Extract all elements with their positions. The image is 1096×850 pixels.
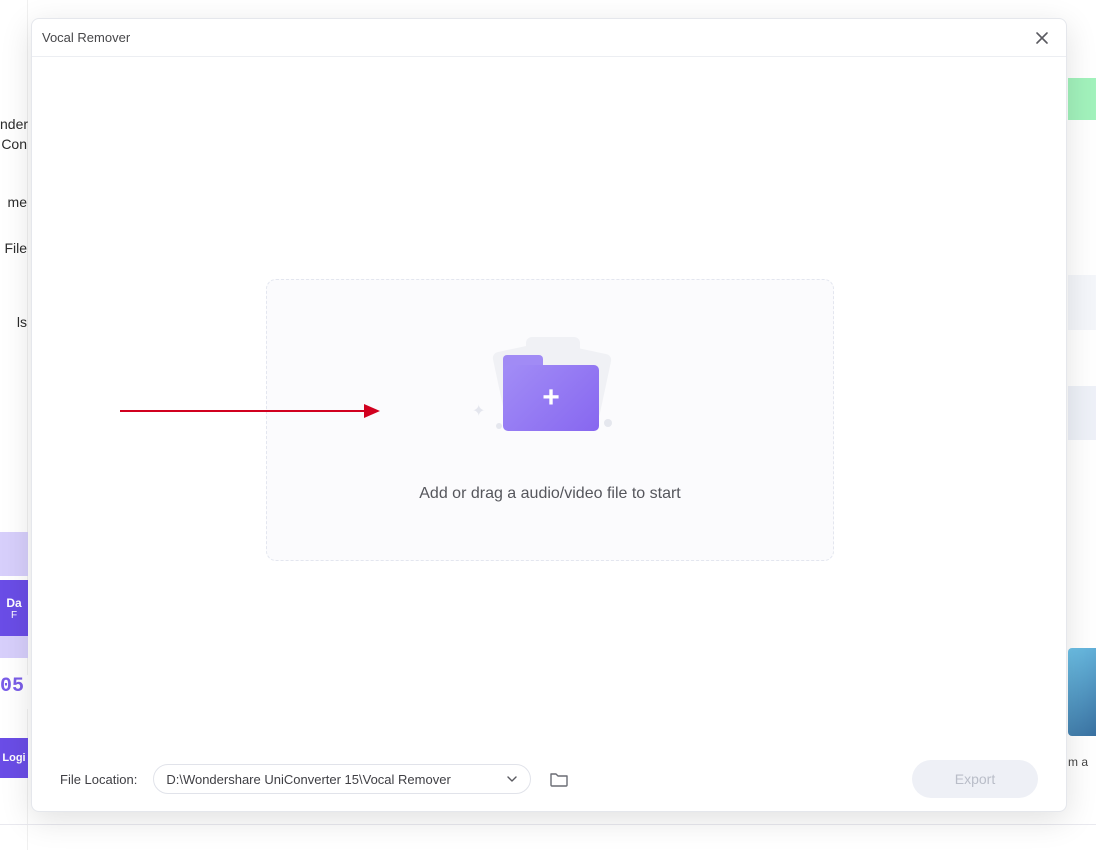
modal-titlebar: Vocal Remover [32,19,1066,57]
folder-icon [549,770,569,788]
add-file-illustration: ✦ + [470,337,630,437]
close-icon [1034,30,1050,46]
open-folder-button[interactable] [547,767,571,791]
app-bottom-divider [0,824,1096,825]
bg-sidebar-item: ls [0,314,27,330]
vocal-remover-modal: Vocal Remover ✦ + Add or drag a audio/vi… [31,18,1067,812]
bg-login-btn: Logi [0,738,28,778]
bg-sidebar: nder Con me File ls [0,0,28,850]
export-button[interactable]: Export [912,760,1038,798]
modal-title: Vocal Remover [42,30,130,45]
drop-zone-text: Add or drag a audio/video file to start [419,485,681,503]
dot-icon [604,419,612,427]
close-button[interactable] [1028,24,1056,52]
file-location-value: D:\Wondershare UniConverter 15\Vocal Rem… [166,772,450,787]
chevron-down-icon [506,773,518,785]
bg-digits: 05 [0,675,28,709]
modal-footer: File Location: D:\Wondershare UniConvert… [32,747,1066,811]
bg-sidebar-item: me [0,194,27,210]
bg-day-badge-sub: F [6,610,21,621]
file-location-label: File Location: [60,772,137,787]
bg-day-badge-top: Da [6,596,21,610]
bg-block [0,636,28,658]
bg-sidebar-item: File [0,240,27,256]
file-drop-zone[interactable]: ✦ + Add or drag a audio/video file to st… [266,279,834,561]
bg-sidebar-item: nder [0,116,27,132]
dot-icon [496,423,502,429]
bg-day-badge: Da F [0,580,28,636]
bg-right-accent [1068,78,1096,120]
bg-block [0,532,28,576]
modal-body: ✦ + Add or drag a audio/video file to st… [32,57,1066,747]
export-button-label: Export [955,771,995,787]
bg-right-row [1068,275,1096,330]
bg-right-thumbnail [1068,648,1096,736]
file-location-select[interactable]: D:\Wondershare UniConverter 15\Vocal Rem… [153,764,531,794]
bg-login-text: Logi [2,752,25,764]
bg-right-row [1068,386,1096,440]
bg-right-text: m a [1068,755,1096,769]
bg-sidebar-item: Con [0,136,27,152]
folder-plus-icon: + [503,365,599,431]
sparkle-icon: ✦ [472,401,485,421]
